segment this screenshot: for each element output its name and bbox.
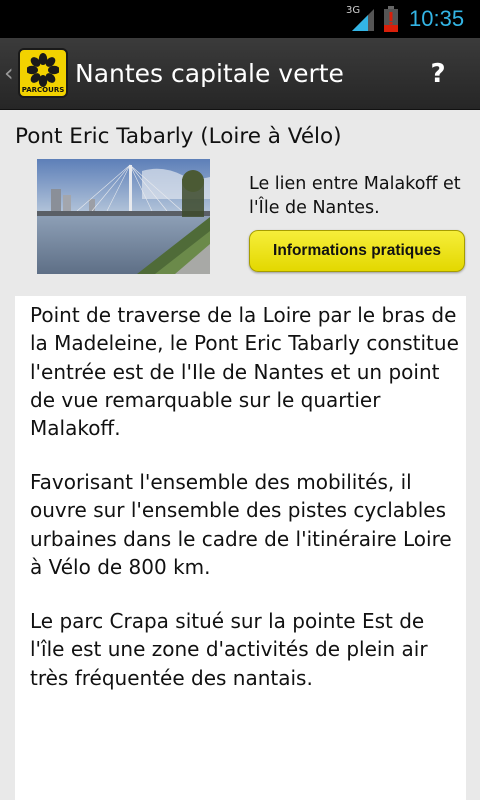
- page-title: Pont Eric Tabarly (Loire à Vélo): [15, 124, 342, 149]
- description-panel[interactable]: Point de traverse de la Loire par le bra…: [15, 296, 466, 800]
- battery-icon: [383, 6, 399, 32]
- description-paragraph: Point de traverse de la Loire par le bra…: [30, 303, 459, 441]
- place-subtitle: Le lien entre Malakoff et l'Île de Nante…: [249, 174, 461, 218]
- description-paragraph: Favorisant l'ensemble des mobilités, il …: [30, 470, 452, 579]
- place-photo: [37, 159, 210, 274]
- app-logo[interactable]: PARCOURS: [18, 48, 68, 98]
- action-bar: ‹ PARCOURS Nantes capitale verte ?: [0, 38, 480, 110]
- back-chevron-icon[interactable]: ‹: [4, 58, 14, 88]
- signal-icon: 3G: [346, 6, 376, 32]
- practical-info-button[interactable]: Informations pratiques: [249, 230, 465, 272]
- logo-text: PARCOURS: [21, 86, 65, 94]
- help-button[interactable]: ?: [418, 54, 458, 94]
- description-paragraph: Le parc Crapa situé sur la pointe Est de…: [30, 609, 428, 690]
- flower-icon: [27, 53, 59, 87]
- app-title: Nantes capitale verte: [75, 59, 344, 88]
- clock: 10:35: [409, 6, 465, 31]
- status-bar: 3G 10:35: [0, 0, 480, 38]
